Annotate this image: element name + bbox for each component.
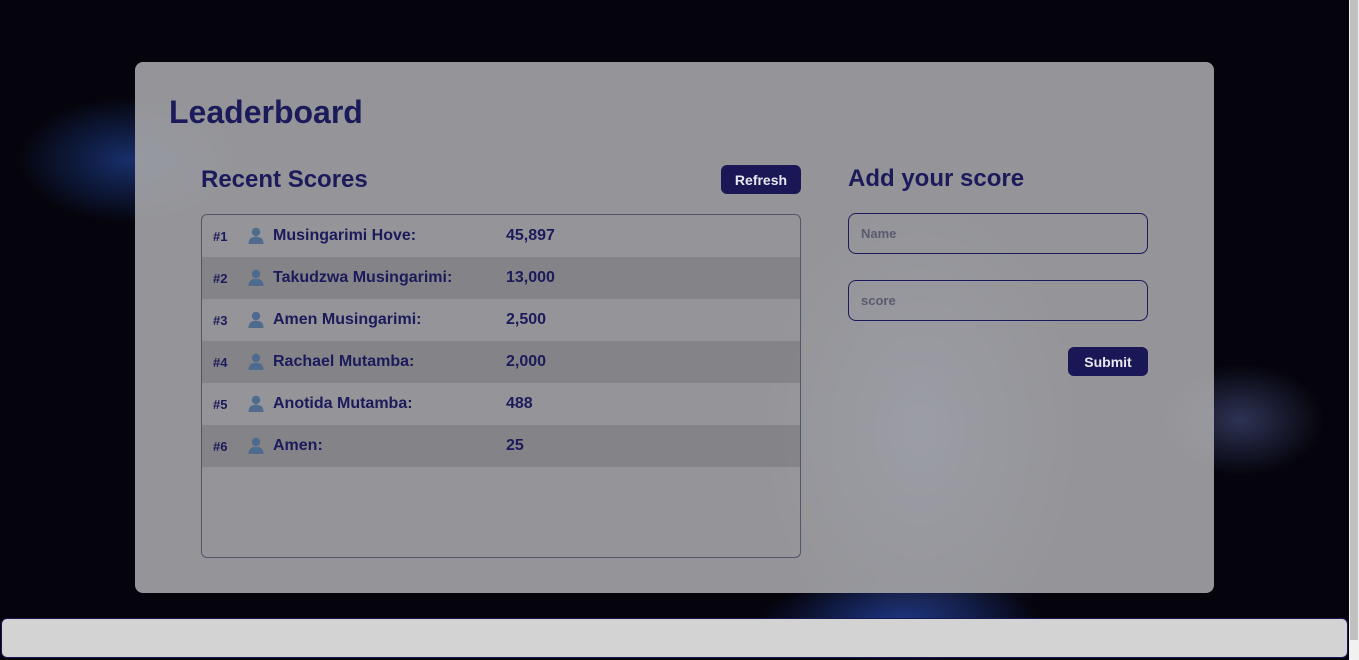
list-item: #6 Amen: 25 xyxy=(202,425,800,467)
page-title: Leaderboard xyxy=(169,94,363,130)
rank-label: #6 xyxy=(213,438,228,454)
player-name: Amen Musingarimi: xyxy=(273,311,422,328)
user-icon xyxy=(248,269,264,286)
user-icon xyxy=(248,227,264,244)
rank-label: #3 xyxy=(213,312,228,328)
rank-label: #1 xyxy=(213,228,228,244)
player-score: 488 xyxy=(506,395,533,412)
refresh-button[interactable]: Refresh xyxy=(721,165,801,194)
user-icon xyxy=(248,311,264,328)
rank-label: #4 xyxy=(213,354,228,370)
player-name: Musingarimi Hove: xyxy=(273,227,417,244)
list-item: #1 Musingarimi Hove: 45,897 xyxy=(202,215,800,257)
player-name: Anotida Mutamba: xyxy=(273,395,413,412)
score-input[interactable] xyxy=(848,280,1148,321)
user-icon xyxy=(248,437,264,454)
player-name: Amen: xyxy=(273,437,323,454)
user-icon xyxy=(248,395,264,412)
player-name: Takudzwa Musingarimi: xyxy=(273,269,453,286)
vertical-scrollbar[interactable] xyxy=(1349,0,1359,660)
player-score: 2,500 xyxy=(506,311,547,328)
footer-bar xyxy=(1,618,1348,658)
list-item: #2 Takudzwa Musingarimi: 13,000 xyxy=(202,257,800,299)
name-input[interactable] xyxy=(848,213,1148,254)
rank-label: #5 xyxy=(213,396,228,412)
rank-label: #2 xyxy=(213,270,228,286)
add-score-title: Add your score xyxy=(848,165,1025,192)
list-item: #3 Amen Musingarimi: 2,500 xyxy=(202,299,800,341)
scrollbar-thumb[interactable] xyxy=(1350,0,1358,640)
player-score: 45,897 xyxy=(506,227,555,244)
player-score: 13,000 xyxy=(506,269,555,286)
recent-scores-title: Recent Scores xyxy=(201,166,368,193)
player-name: Rachael Mutamba: xyxy=(273,353,415,370)
submit-button[interactable]: Submit xyxy=(1068,347,1148,376)
list-item: #4 Rachael Mutamba: 2,000 xyxy=(202,341,800,383)
player-score: 25 xyxy=(506,437,524,454)
player-score: 2,000 xyxy=(506,353,547,370)
leaderboard-card: Leaderboard Recent Scores Refresh #1 Mus… xyxy=(135,62,1214,593)
scores-list: #1 Musingarimi Hove: 45,897 #2 Takudzwa … xyxy=(201,214,801,558)
list-item: #5 Anotida Mutamba: 488 xyxy=(202,383,800,425)
user-icon xyxy=(248,353,264,370)
